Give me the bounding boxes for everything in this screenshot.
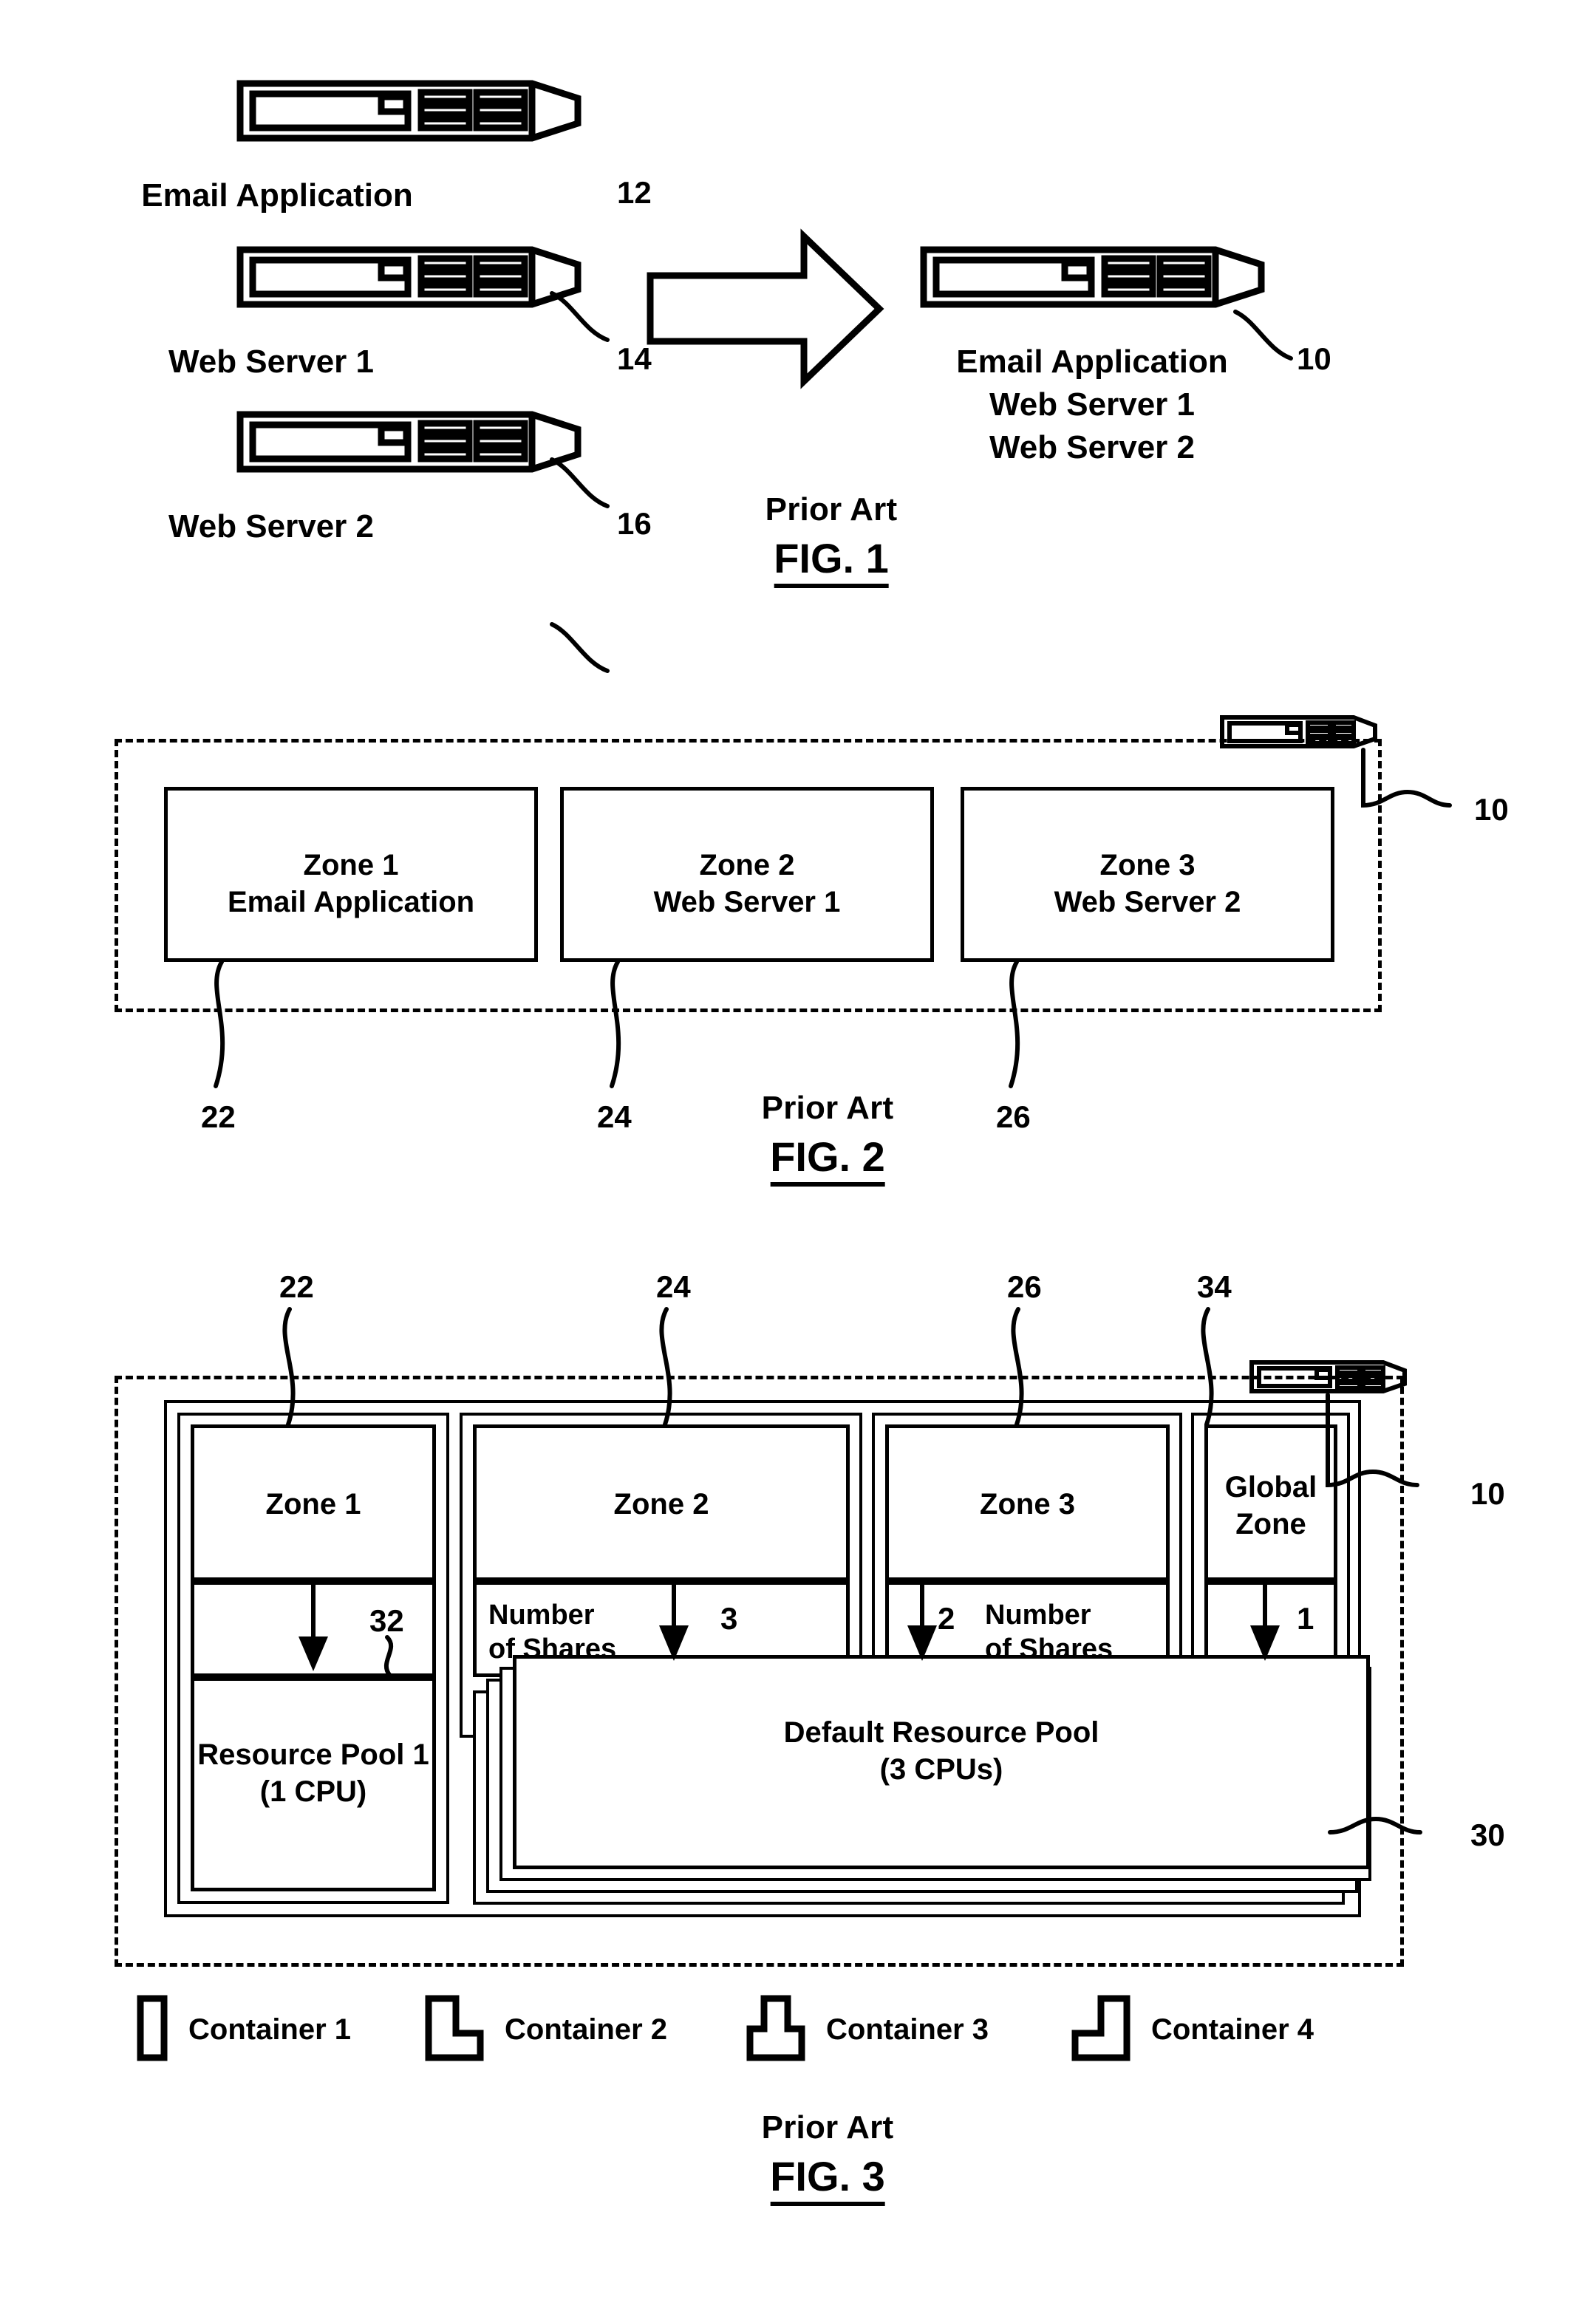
legend-item-container-4: Container 4 <box>1071 1995 1314 2065</box>
fig3-zone-2-title: Zone 2 <box>613 1488 709 1521</box>
fig1-consolidated-label-1: Email Application <box>956 344 1228 380</box>
fig3-ref-34: 34 <box>1197 1269 1232 1304</box>
legend-label-container-4: Container 4 <box>1151 2013 1314 2046</box>
server-icon-fig2-host <box>1219 713 1378 750</box>
fig2-zone-3-title: Zone 3 <box>1099 849 1196 881</box>
fig2-figure-label: FIG. 2 <box>770 1133 885 1187</box>
fig3-global-zone-shares-value: 1 <box>1297 1601 1314 1636</box>
fig3-default-pool-name: Default Resource Pool <box>783 1716 1099 1749</box>
legend-label-container-2: Container 2 <box>505 2013 668 2046</box>
fig3-ref-32: 32 <box>369 1603 404 1638</box>
fig2-prior-art-label: Prior Art <box>761 1090 894 1126</box>
fig2-ref-24: 24 <box>597 1099 632 1134</box>
container-1-icon <box>137 1995 168 2065</box>
server-icon-web-server-2 <box>236 409 584 475</box>
fig2-zone-box-3: Zone 3 Web Server 2 <box>961 787 1334 962</box>
fig1-figure-label: FIG. 1 <box>774 534 889 588</box>
fig3-pool-1-name: Resource Pool 1 <box>197 1738 429 1771</box>
fig3-global-zone-box: Global Zone <box>1204 1424 1337 1581</box>
fig2-ref-26: 26 <box>996 1099 1031 1134</box>
legend-item-container-3: Container 3 <box>746 1995 989 2065</box>
fig1-ref-14: 14 <box>617 341 652 376</box>
fig2-zone-2-title: Zone 2 <box>699 849 795 881</box>
legend-label-container-3: Container 3 <box>826 2013 989 2046</box>
fig1-consolidated-label-3: Web Server 2 <box>989 429 1196 465</box>
fig3-zone-box-2: Zone 2 <box>473 1424 850 1581</box>
fig1-consolidated-label-2: Web Server 1 <box>989 386 1196 423</box>
consolidation-arrow-shape <box>647 228 884 389</box>
server-icon-web-server-1 <box>236 244 584 310</box>
fig3-zone-box-3: Zone 3 <box>885 1424 1170 1581</box>
fig1-ref-10: 10 <box>1297 341 1331 376</box>
server-icon-email-application <box>236 78 584 144</box>
fig1-prior-art-label: Prior Art <box>765 491 898 528</box>
fig3-zone-1-title: Zone 1 <box>265 1488 361 1521</box>
fig3-ref-10: 10 <box>1470 1476 1505 1511</box>
fig3-prior-art-label: Prior Art <box>761 2109 894 2146</box>
fig3-figure-label: FIG. 3 <box>770 2152 885 2206</box>
fig2-caption: Prior Art FIG. 2 <box>762 1090 894 1187</box>
fig1-server-label-2: Web Server 1 <box>168 344 375 380</box>
legend-label-container-1: Container 1 <box>188 2013 352 2046</box>
fig2-zone-3-subtitle: Web Server 2 <box>1054 886 1241 918</box>
fig3-zone-2-shares-value: 3 <box>720 1601 738 1636</box>
fig3-ref-22: 22 <box>279 1269 314 1304</box>
fig2-zone-2-subtitle: Web Server 1 <box>653 886 841 918</box>
container-4-icon <box>1071 1995 1130 2065</box>
legend-item-container-1: Container 1 <box>137 1995 351 2065</box>
fig3-pool-1-capacity: (1 CPU) <box>259 1775 367 1808</box>
fig1-caption: Prior Art FIG. 1 <box>765 491 898 588</box>
fig3-global-zone-title: Global Zone <box>1224 1471 1317 1540</box>
fig2-ref-10: 10 <box>1474 792 1509 827</box>
container-3-icon <box>746 1995 805 2065</box>
fig2-zone-box-1: Zone 1 Email Application <box>164 787 538 962</box>
fig1-ref-16: 16 <box>617 506 652 541</box>
fig3-default-pool-capacity: (3 CPUs) <box>879 1753 1003 1786</box>
patent-drawing-sheet: Email Application 12 Web Server 1 14 Web… <box>0 0 1596 2314</box>
fig3-caption: Prior Art FIG. 3 <box>762 2109 894 2206</box>
fig2-zone-box-2: Zone 2 Web Server 1 <box>560 787 934 962</box>
fig3-ref-30: 30 <box>1470 1818 1505 1852</box>
fig3-zone-3-title: Zone 3 <box>980 1488 1075 1521</box>
fig3-ref-24: 24 <box>656 1269 691 1304</box>
fig3-zone-3-shares-value: 2 <box>938 1601 955 1636</box>
fig1-server-label-1: Email Application <box>141 177 413 214</box>
fig3-resource-pool-1: Resource Pool 1 (1 CPU) <box>191 1677 436 1891</box>
container-2-icon <box>425 1995 484 2065</box>
server-icon-consolidated-host <box>920 244 1267 310</box>
fig3-zone-box-1: Zone 1 <box>191 1424 436 1581</box>
fig2-zone-1-subtitle: Email Application <box>227 886 475 918</box>
fig2-zone-1-title: Zone 1 <box>303 849 399 881</box>
fig1-server-label-3: Web Server 2 <box>168 508 375 545</box>
legend-item-container-2: Container 2 <box>425 1995 667 2065</box>
fig2-ref-22: 22 <box>201 1099 236 1134</box>
server-icon-fig3-host <box>1249 1358 1408 1395</box>
fig1-ref-12: 12 <box>617 175 652 210</box>
fig3-default-resource-pool: Default Resource Pool (3 CPUs) <box>513 1655 1370 1869</box>
fig3-ref-26: 26 <box>1007 1269 1042 1304</box>
